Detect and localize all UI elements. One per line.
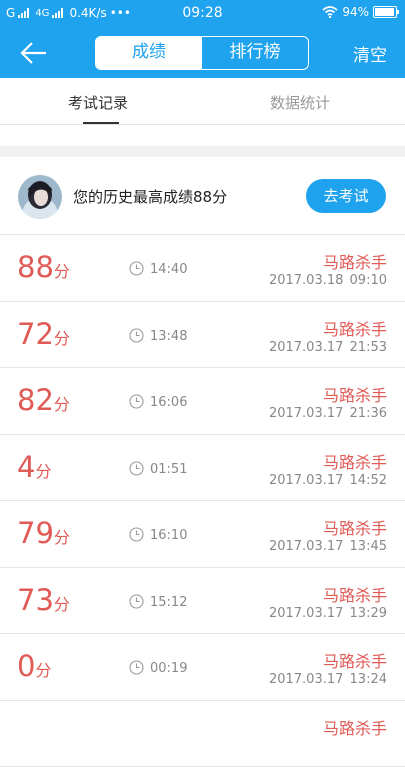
- avatar-image: [18, 175, 62, 219]
- record-score: 73分: [17, 583, 70, 617]
- record-date: 2017.03.17 13:29: [269, 606, 387, 621]
- record-row[interactable]: 79分 16:10 马路杀手2017.03.17 13:45: [0, 501, 405, 568]
- record-row[interactable]: 73分 15:12 马路杀手2017.03.17 13:29: [0, 568, 405, 635]
- record-duration: 16:06: [150, 395, 187, 410]
- best-score-banner: 您的历史最高成绩88分 去考试: [0, 157, 405, 235]
- record-duration: 01:51: [150, 462, 187, 477]
- battery-percent: 94%: [342, 5, 369, 19]
- record-title: 马路杀手: [323, 249, 387, 273]
- record-score: 0分: [17, 649, 51, 683]
- score-value: 79: [17, 516, 54, 550]
- status-bar: G 4G 0.4K/s ••• 09:28 94%: [0, 0, 405, 28]
- status-right: 94%: [322, 5, 397, 19]
- record-title: 马路杀手: [323, 382, 387, 406]
- clock-icon: [129, 394, 144, 409]
- tab-bar: 考试记录 数据统计: [0, 78, 405, 125]
- avatar: [18, 175, 62, 219]
- tab-statistics[interactable]: 数据统计: [270, 92, 330, 113]
- record-date: 2017.03.17 13:45: [269, 539, 387, 554]
- record-date: 2017.03.17 21:53: [269, 340, 387, 355]
- record-title: 马路杀手: [323, 715, 387, 739]
- back-arrow-icon[interactable]: [18, 39, 50, 67]
- record-duration: 15:12: [150, 595, 187, 610]
- clock-icon: [129, 660, 144, 675]
- record-row[interactable]: 0分 00:19 马路杀手2017.03.17 13:24: [0, 634, 405, 701]
- score-value: 72: [17, 317, 54, 351]
- score-unit: 分: [54, 329, 70, 348]
- score-unit: 分: [54, 395, 70, 414]
- section-divider: [0, 146, 405, 157]
- record-date: 2017.03.17 13:24: [269, 672, 387, 687]
- tab-exam-records[interactable]: 考试记录: [68, 92, 128, 113]
- battery-fill: [375, 8, 394, 16]
- record-row[interactable]: 88分 14:40 马路杀手2017.03.18 09:10: [0, 235, 405, 302]
- record-title: 马路杀手: [323, 316, 387, 340]
- record-date: 2017.03.17 21:36: [269, 406, 387, 421]
- score-unit: 分: [54, 528, 70, 547]
- record-date: 2017.03.17 14:52: [269, 473, 387, 488]
- record-score: 79分: [17, 516, 70, 550]
- records-list: 88分14:40马路杀手2017.03.18 09:1072分13:48马路杀手…: [0, 235, 405, 767]
- record-date: 2017.03.18 09:10: [269, 273, 387, 288]
- score-unit: 分: [35, 661, 51, 680]
- score-value: 82: [17, 383, 54, 417]
- clock-icon: [129, 527, 144, 542]
- wifi-icon: [322, 6, 338, 18]
- tab-indicator: [83, 122, 119, 124]
- record-row[interactable]: 82分 16:06 马路杀手2017.03.17 21:36: [0, 368, 405, 435]
- battery-icon: [373, 6, 397, 18]
- record-score: 72分: [17, 317, 70, 351]
- record-title: 马路杀手: [323, 449, 387, 473]
- clock-icon: [129, 594, 144, 609]
- segmented-control: 成绩 排行榜: [95, 36, 309, 70]
- record-title: 马路杀手: [323, 515, 387, 539]
- score-unit: 分: [35, 462, 51, 481]
- nav-bar: 成绩 排行榜 清空: [0, 28, 405, 78]
- record-duration: 14:40: [150, 262, 187, 277]
- record-row[interactable]: 4分 01:51 马路杀手2017.03.17 14:52: [0, 435, 405, 502]
- record-row[interactable]: 72分 13:48 马路杀手2017.03.17 21:53: [0, 302, 405, 369]
- segment-scores[interactable]: 成绩: [96, 37, 202, 69]
- clock-icon: [129, 261, 144, 276]
- record-title: 马路杀手: [323, 582, 387, 606]
- record-duration: 16:10: [150, 528, 187, 543]
- score-unit: 分: [54, 595, 70, 614]
- score-value: 4: [17, 450, 35, 484]
- score-value: 73: [17, 583, 54, 617]
- clear-button[interactable]: 清空: [353, 41, 387, 66]
- score-value: 0: [17, 649, 35, 683]
- take-exam-button[interactable]: 去考试: [306, 179, 386, 213]
- record-score: 88分: [17, 250, 70, 284]
- record-title: 马路杀手: [323, 648, 387, 672]
- score-unit: 分: [54, 262, 70, 281]
- record-row[interactable]: 马路杀手: [0, 701, 405, 767]
- segment-ranking[interactable]: 排行榜: [202, 37, 308, 69]
- record-score: 4分: [17, 450, 51, 484]
- score-value: 88: [17, 250, 54, 284]
- clock-icon: [129, 328, 144, 343]
- record-duration: 00:19: [150, 661, 187, 676]
- clock-icon: [129, 461, 144, 476]
- record-score: 82分: [17, 383, 70, 417]
- best-score-text: 您的历史最高成绩88分: [73, 186, 227, 207]
- record-duration: 13:48: [150, 329, 187, 344]
